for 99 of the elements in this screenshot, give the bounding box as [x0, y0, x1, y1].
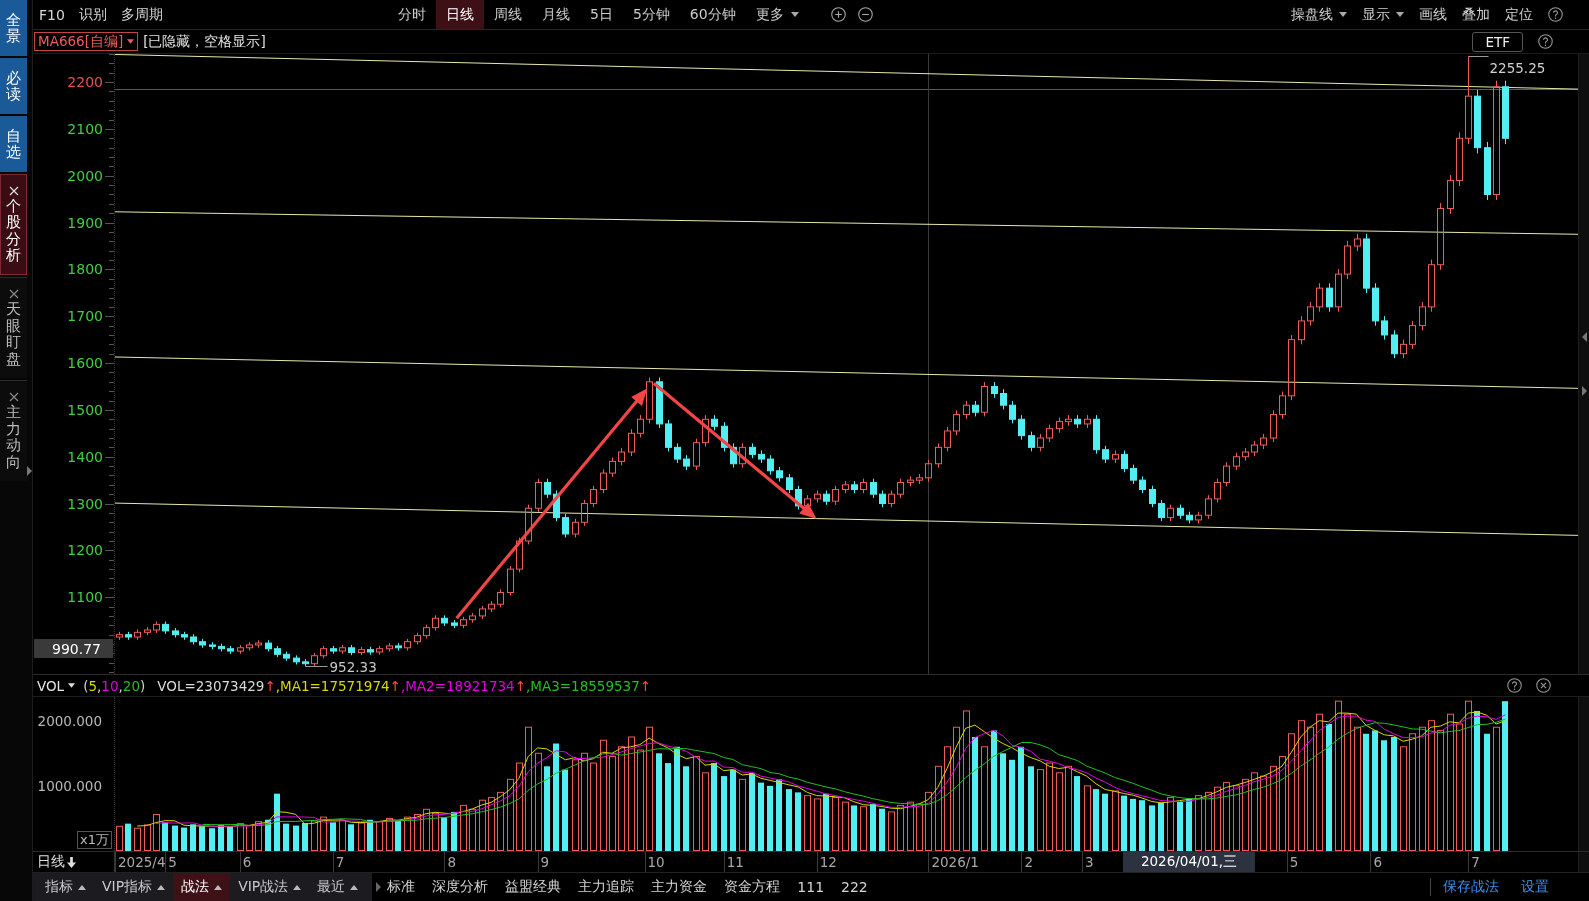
date-label: 2026/1: [928, 852, 979, 872]
period-tab[interactable]: 更多: [745, 0, 809, 29]
formula-dropdown[interactable]: MA666[自编]: [34, 32, 139, 51]
caret-up-icon: [293, 884, 302, 890]
date-label: 8: [444, 852, 457, 872]
caret-up-icon: [350, 884, 359, 890]
period-tab[interactable]: 月线: [532, 0, 580, 29]
close-icon[interactable]: [8, 392, 19, 402]
sidebar-tab[interactable]: 全景: [0, 0, 27, 56]
status-text: [已隐藏，空格显示]: [143, 32, 266, 51]
caret-up-icon: [157, 884, 166, 890]
strategy-button[interactable]: 标准: [387, 878, 416, 896]
period-tab[interactable]: 60分钟: [679, 0, 746, 29]
toolbar-button[interactable]: F10: [39, 5, 65, 24]
expand-triangle-icon[interactable]: [27, 465, 32, 476]
date-label: 3: [1081, 852, 1094, 872]
date-label: 10: [644, 852, 665, 872]
date-label: 9: [537, 852, 550, 872]
right-triangle-icon: [376, 882, 382, 892]
date-label: 2: [1021, 852, 1034, 872]
zoom-in-icon[interactable]: [830, 7, 846, 22]
caret-icon: [127, 39, 135, 44]
axis-label: 2000: [67, 167, 103, 184]
strategy-button[interactable]: 111: [797, 879, 825, 895]
axis-label: 1500: [67, 401, 103, 418]
axis-label: 1800: [67, 261, 103, 278]
axis-label: 1300: [67, 495, 103, 512]
toolbar-menu[interactable]: 叠加: [1462, 5, 1490, 24]
toolbar-menu[interactable]: 画线: [1419, 5, 1447, 24]
indicator-readout: ,MA3=18559537↑: [526, 677, 652, 694]
sidebar-tab[interactable]: 自选: [0, 116, 27, 172]
period-tab[interactable]: 分时: [388, 0, 436, 29]
bottom-tab[interactable]: VIP指标: [94, 873, 174, 901]
period-tab[interactable]: 5日: [580, 0, 623, 29]
axis-label: 1600: [67, 355, 103, 372]
period-tab[interactable]: 周线: [484, 0, 532, 29]
sidebar-tab[interactable]: 必读: [0, 58, 27, 114]
action-link[interactable]: 设置: [1521, 878, 1549, 896]
axis-label: 1000.000: [37, 777, 102, 794]
date-label: 5: [1286, 852, 1299, 872]
cursor-date-label: 2026/04/01,三: [1122, 852, 1255, 872]
date-label: 5: [165, 852, 177, 872]
indicator-params: (5,10,20): [83, 677, 146, 694]
date-label: 11: [723, 852, 744, 872]
caret-up-icon: [78, 884, 86, 890]
axis-label: 1400: [67, 448, 103, 465]
down-arrow-icon: [67, 856, 76, 868]
left-triangle-icon[interactable]: [1581, 332, 1587, 342]
cursor-price-label: 990.77: [34, 639, 113, 659]
axis-label: 2100: [67, 120, 103, 137]
unit-label: x1万: [77, 831, 112, 849]
bottom-tab[interactable]: 指标: [37, 873, 94, 901]
toolbar-button[interactable]: 多周期: [120, 5, 163, 24]
axis-label: 1900: [67, 214, 103, 231]
close-icon[interactable]: [8, 289, 19, 299]
bottom-tab[interactable]: 战法: [173, 873, 231, 901]
sidebar-tab[interactable]: 个股分析: [0, 174, 27, 275]
indicator-readout: ,MA1=17571974↑: [275, 677, 401, 694]
date-label: 12: [816, 852, 837, 872]
toolbar-menu[interactable]: 定位: [1505, 5, 1533, 24]
right-triangle-icon[interactable]: [1581, 386, 1587, 396]
axis-label: 1700: [67, 308, 103, 325]
etf-button[interactable]: ETF: [1472, 31, 1523, 52]
sidebar-tab[interactable]: 天眼盯盘: [0, 277, 27, 378]
indicator-readout: ,MA2=18921734↑: [400, 677, 526, 694]
date-label: 7: [332, 852, 345, 872]
period-label: 日线: [37, 853, 65, 871]
axis-label: 2000.000: [37, 712, 102, 729]
help-icon[interactable]: [1548, 7, 1563, 22]
axis-label: 1200: [67, 542, 103, 559]
toolbar-menu[interactable]: 显示: [1362, 5, 1404, 24]
date-label: 2025/4: [115, 852, 166, 872]
caret-up-icon: [214, 884, 223, 890]
date-label: 6: [1370, 852, 1383, 872]
toolbar-menu[interactable]: 操盘线: [1291, 5, 1347, 24]
help-icon[interactable]: [1507, 678, 1522, 693]
help-icon[interactable]: [1538, 34, 1553, 49]
zoom-out-icon[interactable]: [857, 7, 873, 22]
strategy-button[interactable]: 益盟经典: [505, 878, 562, 896]
bottom-tab[interactable]: 最近: [309, 873, 367, 901]
strategy-button[interactable]: 222: [841, 879, 868, 895]
period-tab[interactable]: 日线: [436, 0, 484, 29]
strategy-button[interactable]: 主力资金: [651, 878, 708, 896]
sidebar-tab[interactable]: 主力动向: [0, 380, 27, 481]
toolbar-button[interactable]: 识别: [78, 5, 107, 24]
date-label: 6: [239, 852, 252, 872]
action-link[interactable]: 保存战法: [1443, 878, 1499, 896]
indicator-dropdown[interactable]: VOL: [37, 677, 76, 694]
indicator-readout: VOL=23073429↑: [157, 677, 276, 694]
date-label: 7: [1468, 852, 1480, 872]
strategy-button[interactable]: 主力追踪: [578, 878, 635, 896]
bottom-tab[interactable]: VIP战法: [230, 873, 310, 901]
axis-label: 1100: [67, 589, 103, 606]
caret-icon: [68, 683, 76, 688]
close-icon[interactable]: [1536, 678, 1551, 693]
period-tab[interactable]: 5分钟: [622, 0, 680, 29]
strategy-button[interactable]: 资金方程: [724, 878, 781, 896]
strategy-button[interactable]: 深度分析: [432, 878, 489, 896]
axis-label: 2200: [67, 74, 103, 91]
